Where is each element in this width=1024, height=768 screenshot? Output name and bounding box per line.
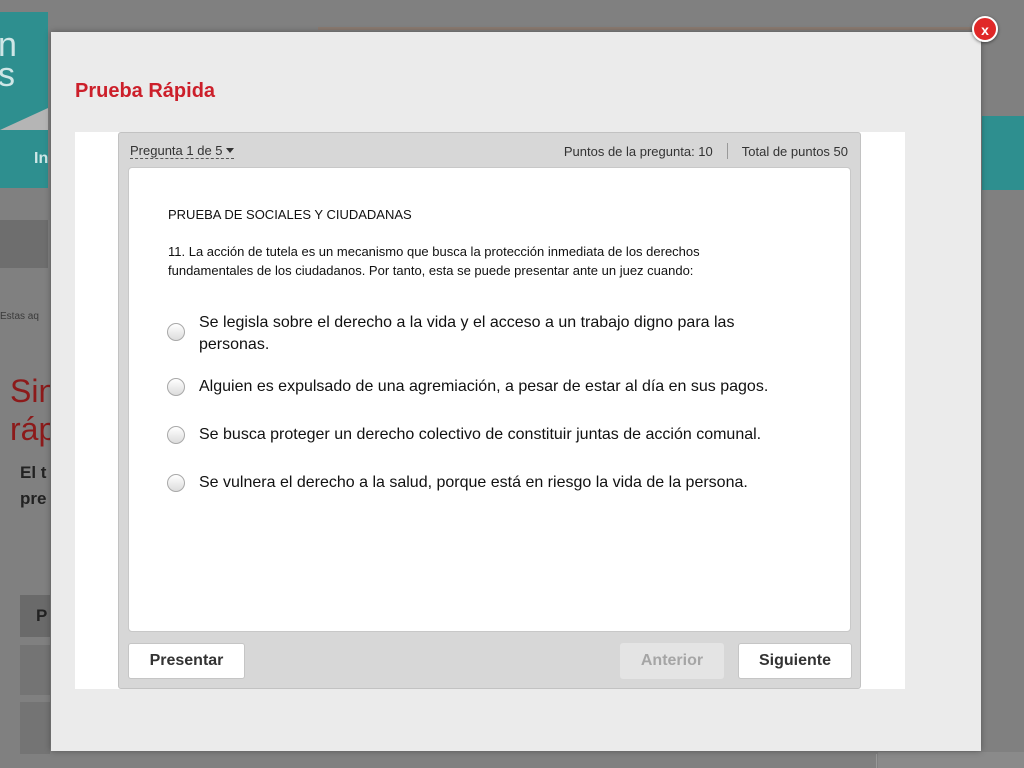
previous-button[interactable]: Anterior [620, 643, 724, 679]
background-top-line [318, 27, 980, 30]
background-divider [876, 754, 877, 768]
answer-options: Se legisla sobre el derecho a la vida y … [167, 312, 807, 520]
background-logo-text: ns [0, 26, 17, 94]
submit-button[interactable]: Presentar [128, 643, 245, 679]
radio-button[interactable] [167, 378, 185, 396]
background-table-row [20, 702, 50, 754]
question-heading: PRUEBA DE SOCIALES Y CIUDADANAS [168, 207, 412, 222]
answer-option[interactable]: Se vulnera el derecho a la salud, porque… [167, 472, 807, 520]
points-divider [726, 143, 728, 159]
radio-button[interactable] [167, 323, 185, 341]
background-table-header-text: P [36, 606, 48, 625]
next-button[interactable]: Siguiente [738, 643, 852, 679]
answer-option[interactable]: Se busca proteger un derecho colectivo d… [167, 424, 807, 472]
answer-option-label[interactable]: Se vulnera el derecho a la salud, porque… [199, 472, 748, 494]
points-info: Puntos de la pregunta: 10 Total de punto… [564, 143, 848, 159]
background-right-nav [982, 116, 1024, 190]
background-heading: Sin ráp [10, 373, 50, 447]
question-selector-label: Pregunta 1 de 5 [130, 143, 223, 158]
question-text: 11. La acción de tutela es un mecanismo … [168, 244, 700, 278]
quiz-footer: Presentar Anterior Siguiente [119, 632, 860, 690]
modal-title: Prueba Rápida [75, 80, 216, 102]
background-subtext: El t pre [20, 463, 47, 508]
quick-test-modal: Prueba Rápida Pregunta 1 de 5 Puntos de … [51, 32, 981, 751]
background-breadcrumb: Estas aq [0, 311, 39, 322]
background-nav-text: In [34, 150, 49, 167]
quiz-content-frame: Pregunta 1 de 5 Puntos de la pregunta: 1… [75, 132, 905, 689]
caret-down-icon [225, 148, 234, 154]
background-right-column [878, 752, 1024, 768]
answer-option[interactable]: Se legisla sobre el derecho a la vida y … [167, 312, 807, 376]
question-points: Puntos de la pregunta: 10 [563, 143, 713, 159]
answer-option-label[interactable]: Se legisla sobre el derecho a la vida y … [199, 312, 807, 356]
answer-option[interactable]: Alguien es expulsado de una agremiación,… [167, 376, 807, 424]
close-icon[interactable]: x [972, 16, 998, 42]
total-points: Total de puntos 50 [741, 143, 848, 159]
question-card: PRUEBA DE SOCIALES Y CIUDADANAS 11. La a… [128, 167, 851, 632]
radio-button[interactable] [167, 426, 185, 444]
radio-button[interactable] [167, 474, 185, 492]
background-table-row [20, 645, 50, 695]
background-logo-triangle [0, 108, 48, 130]
quiz-panel: Pregunta 1 de 5 Puntos de la pregunta: 1… [118, 132, 861, 689]
answer-option-label[interactable]: Alguien es expulsado de una agremiación,… [199, 376, 768, 398]
question-selector-dropdown[interactable]: Pregunta 1 de 5 [130, 143, 234, 159]
answer-option-label[interactable]: Se busca proteger un derecho colectivo d… [199, 424, 761, 446]
background-strip [0, 220, 48, 268]
quiz-header: Pregunta 1 de 5 Puntos de la pregunta: 1… [119, 133, 860, 167]
